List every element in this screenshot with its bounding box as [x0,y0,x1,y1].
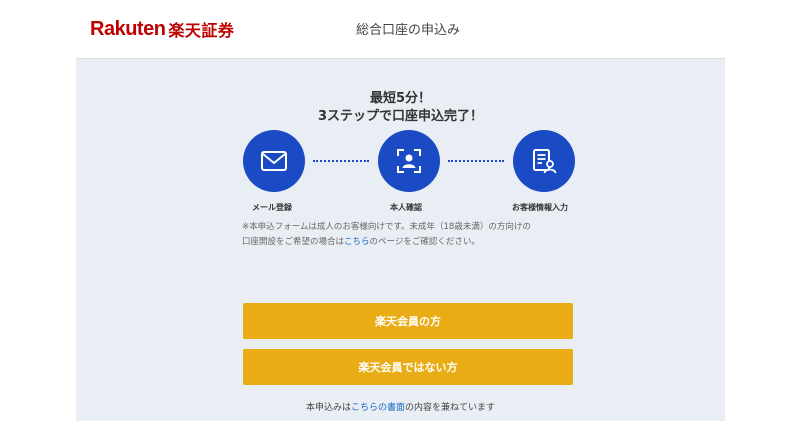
step-2-circle [378,130,440,192]
rakuten-securities-logo[interactable]: Rakuten 楽天証券 [90,17,234,41]
document-note-post: の内容を兼ねています [405,403,496,413]
form-user-icon [533,149,557,174]
notice-line-2: 口座開設をご希望の場合はこちらのページをご確認ください。 [242,235,582,250]
document-note-pre: 本申込みは [305,403,351,413]
step-3-circle [513,130,575,192]
age-notice: ※本申込フォームは成人のお客様向けです。未成年（18歳未満）の方向けの 口座開設… [242,220,582,250]
headline-time: 最短5分！ [369,91,432,106]
application-panel: 最短5分！ 3ステップで口座申込完了！ メール登録 本人確認 お客様情報入力 ※… [76,58,725,421]
step-connector-1 [313,160,369,162]
step-3-label: お客様情報入力 [512,203,568,212]
mail-icon [261,151,287,171]
logo-japanese: 楽天証券 [168,21,235,40]
site-header: Rakuten 楽天証券 総合口座の申込み [0,0,801,58]
step-1-label: メール登録 [252,203,292,212]
notice-line-1: ※本申込フォームは成人のお客様向けです。未成年（18歳未満）の方向けの [242,222,531,232]
non-member-button[interactable]: 楽天会員ではない方 [243,349,573,385]
document-link[interactable]: こちらの書面 [351,403,405,413]
step-2-label: 本人確認 [390,203,422,212]
headline-steps: 3ステップで口座申込完了！ [317,109,484,124]
page-title: 総合口座の申込み [356,23,461,38]
id-scan-icon [397,149,421,173]
step-1-circle [243,130,305,192]
minor-account-link[interactable]: こちら [344,237,370,247]
step-connector-2 [448,160,504,162]
notice-line-2-pre: 口座開設をご希望の場合は [242,237,345,247]
document-note: 本申込みはこちらの書面の内容を兼ねています [76,400,725,413]
logo-wordmark: Rakuten [90,17,166,40]
notice-line-2-post: のページをご確認ください。 [369,237,480,247]
rakuten-member-button[interactable]: 楽天会員の方 [243,303,573,339]
